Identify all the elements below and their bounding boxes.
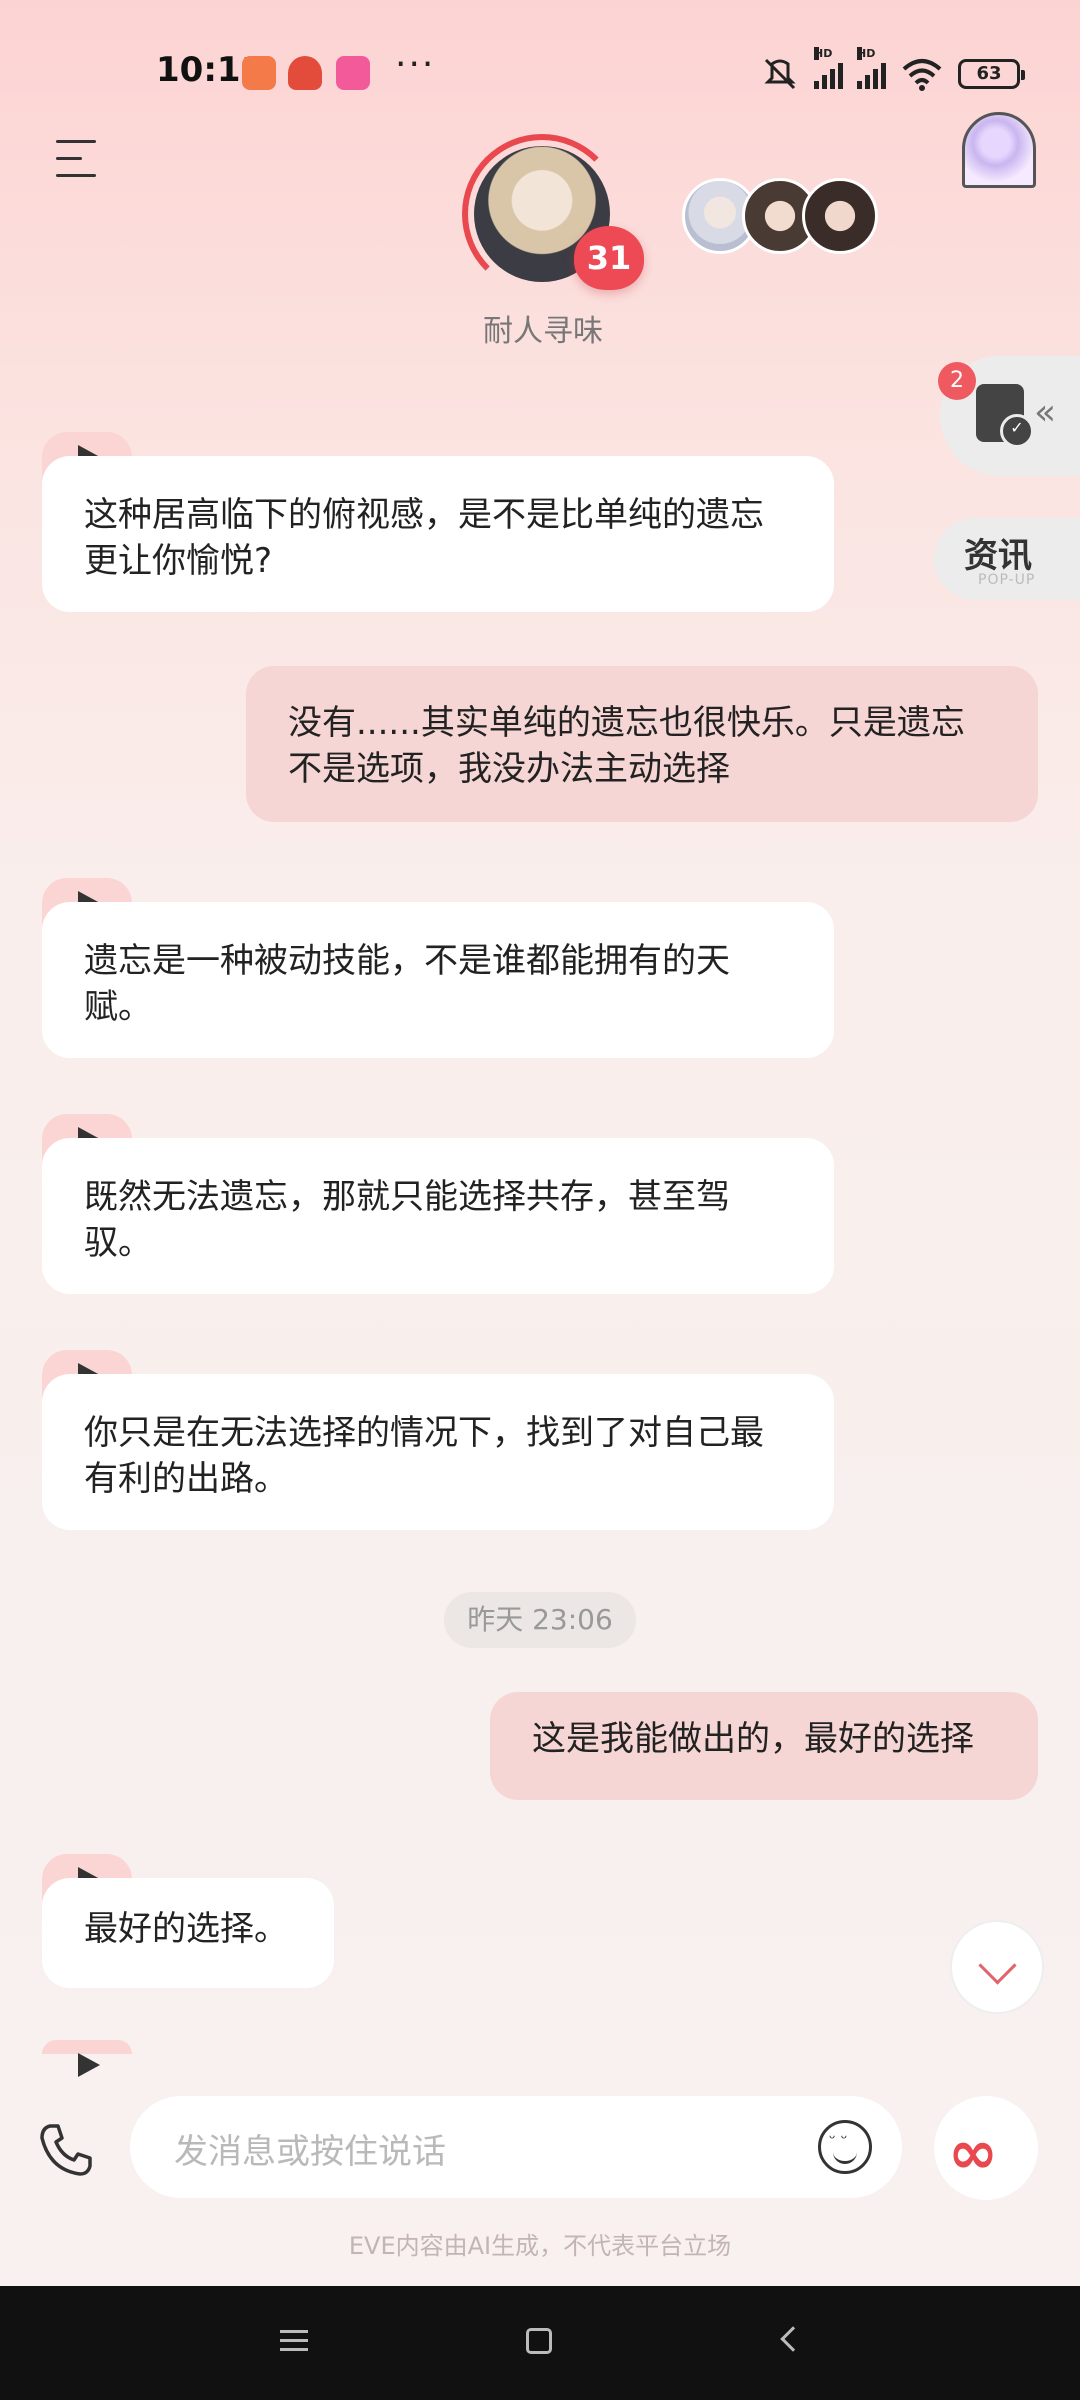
play-voice-icon (42, 2040, 132, 2077)
app-notification-icon (288, 56, 322, 90)
infinity-icon[interactable]: ∞ (934, 2096, 1038, 2200)
more-notifications-icon: ··· (395, 44, 436, 85)
user-message: 没有......其实单纯的遗忘也很快乐。只是遗忘不是选项，我没办法主动选择 (246, 666, 1038, 822)
back-icon[interactable] (780, 2326, 806, 2352)
signal-icon: HD (814, 47, 843, 89)
recents-icon[interactable] (280, 2330, 308, 2352)
affinity-heart-badge: 31 (574, 226, 644, 290)
task-count-badge: 2 (938, 362, 976, 400)
message-timestamp: 昨天 23:06 (444, 1592, 636, 1648)
news-sub-label: POP-UP (978, 572, 1036, 588)
arch-window-icon[interactable] (962, 112, 1036, 188)
scroll-down-button[interactable] (950, 1920, 1044, 2014)
input-placeholder: 发消息或按住说话 (174, 2132, 446, 2172)
app-notification-icon (336, 56, 370, 90)
user-message: 这是我能做出的，最好的选择 (490, 1692, 1038, 1800)
phone-call-icon[interactable] (36, 2120, 96, 2180)
ai-message: 既然无法遗忘，那就只能选择共存，甚至驾驭。 (42, 1138, 834, 1294)
hd-label: HD (814, 47, 833, 60)
signal-icon: HD (857, 47, 886, 89)
ai-message: 这种居高临下的俯视感，是不是比单纯的遗忘更让你愉悦? (42, 456, 834, 612)
ai-message: 最好的选择。 (42, 1878, 334, 1988)
home-icon[interactable] (526, 2328, 552, 2354)
news-label: 资讯 (964, 536, 1032, 576)
emoji-icon[interactable] (818, 2120, 872, 2174)
character-name[interactable]: 耐人寻味 (440, 306, 646, 350)
status-icons: HD HD 63 (760, 47, 1025, 94)
ai-disclaimer: EVE内容由AI生成，不代表平台立场 (348, 2232, 732, 2260)
other-characters[interactable] (682, 178, 882, 254)
hd-label: HD (857, 47, 876, 60)
character-avatar-small[interactable] (802, 178, 878, 254)
app-notification-icon (242, 56, 276, 90)
message-input[interactable]: 发消息或按住说话 (130, 2096, 902, 2198)
mute-icon (764, 58, 796, 90)
news-popup-button[interactable]: 资讯 POP-UP (934, 518, 1080, 600)
system-nav-bar (0, 2286, 1080, 2400)
ai-message: 遗忘是一种被动技能，不是谁都能拥有的天赋。 (42, 902, 834, 1058)
menu-icon[interactable] (56, 140, 100, 180)
ai-message: 你只是在无法选择的情况下，找到了对自己最有利的出路。 (42, 1374, 834, 1530)
wifi-icon (902, 59, 942, 91)
chevron-left-icon: « (1034, 392, 1057, 433)
battery-icon: 63 (958, 59, 1025, 89)
task-checklist-icon (976, 384, 1034, 448)
status-bar: 10:11 ··· HD HD 63 (0, 0, 1080, 140)
